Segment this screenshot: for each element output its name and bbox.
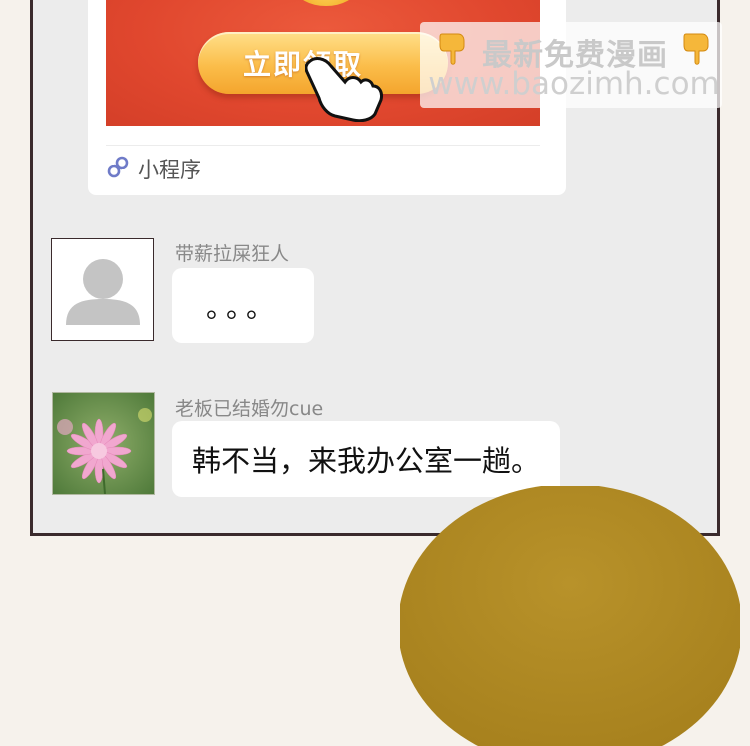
- pointing-down-hand-icon: [683, 33, 709, 65]
- watermark-url: www.baozimh.com: [428, 66, 720, 102]
- decorative-blob: [400, 486, 740, 746]
- coin-icon: [296, 0, 356, 6]
- sender-name: 老板已结婚勿cue: [175, 398, 324, 420]
- pointer-hand-icon: [305, 57, 383, 122]
- message-bubble[interactable]: 。。。: [172, 268, 314, 343]
- flower-avatar-image: [53, 393, 154, 494]
- avatar[interactable]: [52, 392, 155, 495]
- sender-name: 带薪拉屎狂人: [175, 243, 290, 265]
- avatar[interactable]: [51, 238, 154, 341]
- default-user-icon: [66, 259, 140, 325]
- card-divider: [106, 145, 540, 146]
- mini-program-source-label: 小程序: [138, 158, 201, 182]
- mini-program-link-icon: [106, 155, 130, 179]
